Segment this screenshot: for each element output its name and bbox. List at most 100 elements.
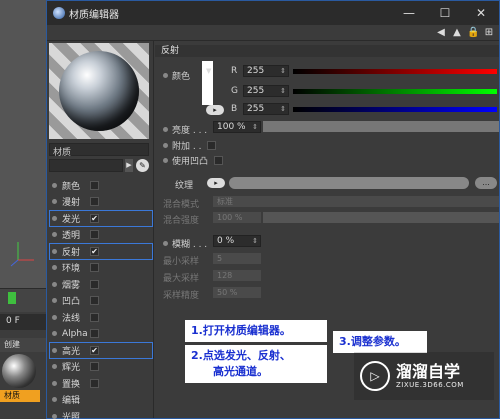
channel-item[interactable]: 烟雾 [49,276,153,293]
sample-accuracy-input[interactable]: 50 % [213,287,261,298]
color-label: 颜色 [172,72,191,82]
channel-item[interactable]: 辉光 [49,359,153,376]
brightness-input[interactable]: 100 % ⇕ [213,121,261,133]
channel-label: 发光 [62,214,81,225]
channel-item[interactable]: 发光 ✔ [49,210,153,227]
back-arrow-icon[interactable]: ◀ [435,27,447,39]
channel-dot-icon [52,265,57,271]
material-link-icon[interactable]: ✎ [136,159,149,172]
r-label: R [231,66,238,76]
max-samples-input[interactable]: 128 [213,270,261,281]
channel-checkbox[interactable] [90,296,99,306]
g-slider[interactable] [293,89,497,94]
channel-checkbox[interactable]: ✔ [90,246,99,256]
color-row: 颜色 [163,69,190,82]
title-bar[interactable]: 材质编辑器 — ☐ ✕ [47,1,499,25]
timeline-playhead[interactable] [8,292,16,304]
material-thumbnail-label[interactable]: 材质 [0,390,40,402]
close-button[interactable]: ✕ [463,1,499,25]
mix-strength-label: 混合强度 [163,216,200,226]
min-samples-input[interactable]: 5 [213,253,261,264]
channel-item[interactable]: Alpha [49,326,153,343]
use-bump-checkbox[interactable] [214,156,224,165]
up-arrow-icon[interactable]: ▲ [451,27,463,39]
material-type-field[interactable] [49,159,123,172]
texture-browse-button[interactable]: ... [475,177,497,189]
channel-dot-icon [52,364,57,370]
channel-checkbox[interactable] [90,180,99,190]
channel-item[interactable]: 法线 [49,309,153,326]
channel-checkbox[interactable] [90,378,99,388]
channel-dot-icon [52,347,57,353]
brightness-slider[interactable] [263,121,499,132]
min-samples-label: 最小采样 [163,257,200,267]
channel-dot-icon [52,199,57,205]
mix-strength-slider[interactable] [263,212,499,223]
additive-checkbox[interactable] [207,141,217,150]
channel-checkbox[interactable] [90,230,99,240]
channel-item[interactable]: 高光 ✔ [49,342,153,359]
blur-anim-dot[interactable] [163,241,168,246]
channel-dot-icon [52,232,57,238]
watermark-play-icon: ▷ [360,361,390,391]
texture-field[interactable] [229,177,469,189]
channel-item[interactable]: 编辑 [49,392,153,409]
brightness-anim-dot[interactable] [163,127,168,132]
additive-anim-dot[interactable] [163,143,168,148]
chevron-right-icon[interactable]: ▶ [125,159,133,172]
channel-item[interactable]: 凹凸 [49,293,153,310]
new-window-icon[interactable]: ⊞ [483,27,495,39]
g-input[interactable]: 255 ⇕ [243,85,289,97]
channel-checkbox[interactable]: ✔ [90,213,99,223]
channel-checkbox[interactable] [90,329,99,339]
channel-label: 环境 [62,264,81,275]
channel-dot-icon [52,413,57,419]
channel-item[interactable]: 环境 [49,260,153,277]
channel-checkbox[interactable] [90,197,99,207]
channel-item[interactable]: 颜色 [49,177,153,194]
material-thumbnail[interactable] [2,354,36,388]
channel-label: 反射 [62,247,81,258]
swatch-dropdown-icon[interactable]: ▼ [206,67,211,75]
minimize-button[interactable]: — [391,1,427,25]
use-bump-anim-dot[interactable] [163,158,168,163]
maximize-button[interactable]: ☐ [427,1,463,25]
brightness-label: 亮度 . . . [172,126,208,136]
color-anim-dot[interactable] [163,73,168,78]
axis-gizmo-icon [10,242,34,267]
b-input[interactable]: 255 ⇕ [243,103,289,115]
channel-item[interactable]: 反射 ✔ [49,243,153,260]
b-value: 255 [247,104,265,114]
r-slider[interactable] [293,69,497,74]
channel-checkbox[interactable] [90,279,99,289]
channel-label: 漫射 [62,198,81,209]
material-name-field[interactable]: 材质 [49,143,149,158]
channel-item[interactable]: 光照 [49,408,153,419]
mix-strength-input[interactable]: 100 % [213,212,261,223]
watermark: ▷ 溜溜自学 ZIXUE.3D66.COM [354,352,494,400]
mix-mode-select[interactable]: 标准 [213,196,499,207]
texture-arrow-button[interactable]: ▸ [207,178,225,188]
r-input[interactable]: 255 ⇕ [243,65,289,77]
channel-item[interactable]: 置换 [49,375,153,392]
create-tab[interactable]: 创建 [0,338,48,352]
frame-field[interactable]: 0 F [0,314,48,330]
channel-dot-icon [52,215,57,221]
lock-icon[interactable]: 🔒 [467,27,479,39]
channel-label: Alpha [62,328,88,339]
channel-item[interactable]: 漫射 [49,194,153,211]
max-samples-row: 最大采样 [163,271,199,284]
b-slider[interactable] [293,107,497,112]
channel-item[interactable]: 透明 [49,227,153,244]
blur-value: 0 % [217,236,235,246]
channel-dot-icon [52,397,57,403]
blur-input[interactable]: 0 % ⇕ [213,235,261,247]
channel-checkbox[interactable] [90,312,99,322]
channel-checkbox[interactable]: ✔ [90,345,99,355]
material-preview[interactable] [49,43,149,139]
channel-checkbox[interactable] [90,362,99,372]
color-picker-button[interactable]: ▸ [206,105,224,115]
channel-label: 法线 [62,313,81,324]
channel-checkbox[interactable] [90,263,99,273]
channel-label: 凹凸 [62,297,81,308]
